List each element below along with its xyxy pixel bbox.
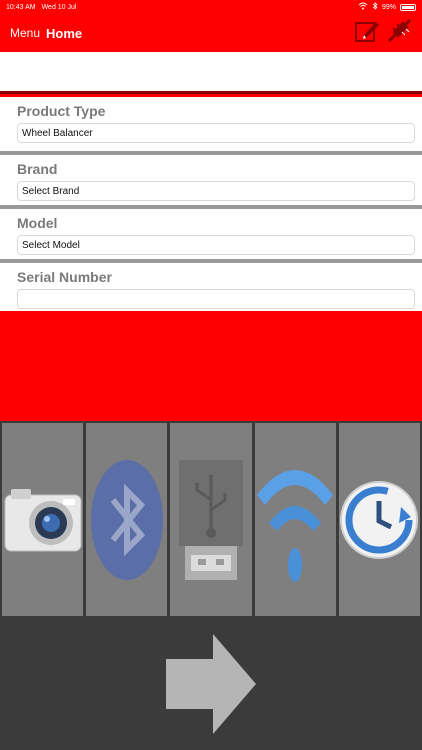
product-type-field[interactable]: Wheel Balancer [17,123,415,143]
status-date: Wed 10 Jul [41,3,77,11]
disconnect-plug-icon[interactable] [386,18,412,49]
history-clock-icon [340,480,419,559]
menu-button[interactable]: Menu [10,26,40,40]
model-field[interactable]: Select Model [17,235,415,255]
usb-tile[interactable] [170,423,252,616]
connection-tiles [0,421,422,618]
product-type-label: Product Type [17,103,106,119]
model-group: Model Select Model [0,205,422,259]
product-form: Product Type Wheel Balancer Brand Select… [0,97,422,311]
wifi-icon [257,469,334,582]
next-area [0,618,422,750]
wifi-status-icon [358,2,368,12]
camera-icon [4,488,82,551]
battery-percent: 99% [381,3,396,11]
arrow-right-icon[interactable] [161,629,261,739]
battery-icon [400,3,416,11]
model-label: Model [17,215,58,231]
serial-number-field[interactable] [17,289,415,309]
brand-group: Brand Select Brand [0,151,422,205]
bluetooth-status-icon [372,2,378,12]
status-time: 10:43 AM [6,3,36,11]
brand-field[interactable]: Select Brand [17,181,415,201]
brand-label: Brand [17,161,58,177]
status-bar: 10:43 AM Wed 10 Jul 99% [0,0,422,14]
wifi-tile[interactable] [254,423,336,616]
bluetooth-tile[interactable] [86,423,168,616]
edit-icon[interactable] [354,18,380,49]
usb-icon [179,459,243,580]
serial-number-group: Serial Number [0,259,422,313]
serial-number-label: Serial Number [17,269,112,285]
product-type-group: Product Type Wheel Balancer [0,97,422,151]
bluetooth-icon [90,459,163,580]
page-title: Home [46,25,83,41]
camera-tile[interactable] [2,423,84,616]
history-tile[interactable] [338,423,421,616]
header-panel [0,52,422,94]
nav-bar: Menu Home [0,14,422,52]
